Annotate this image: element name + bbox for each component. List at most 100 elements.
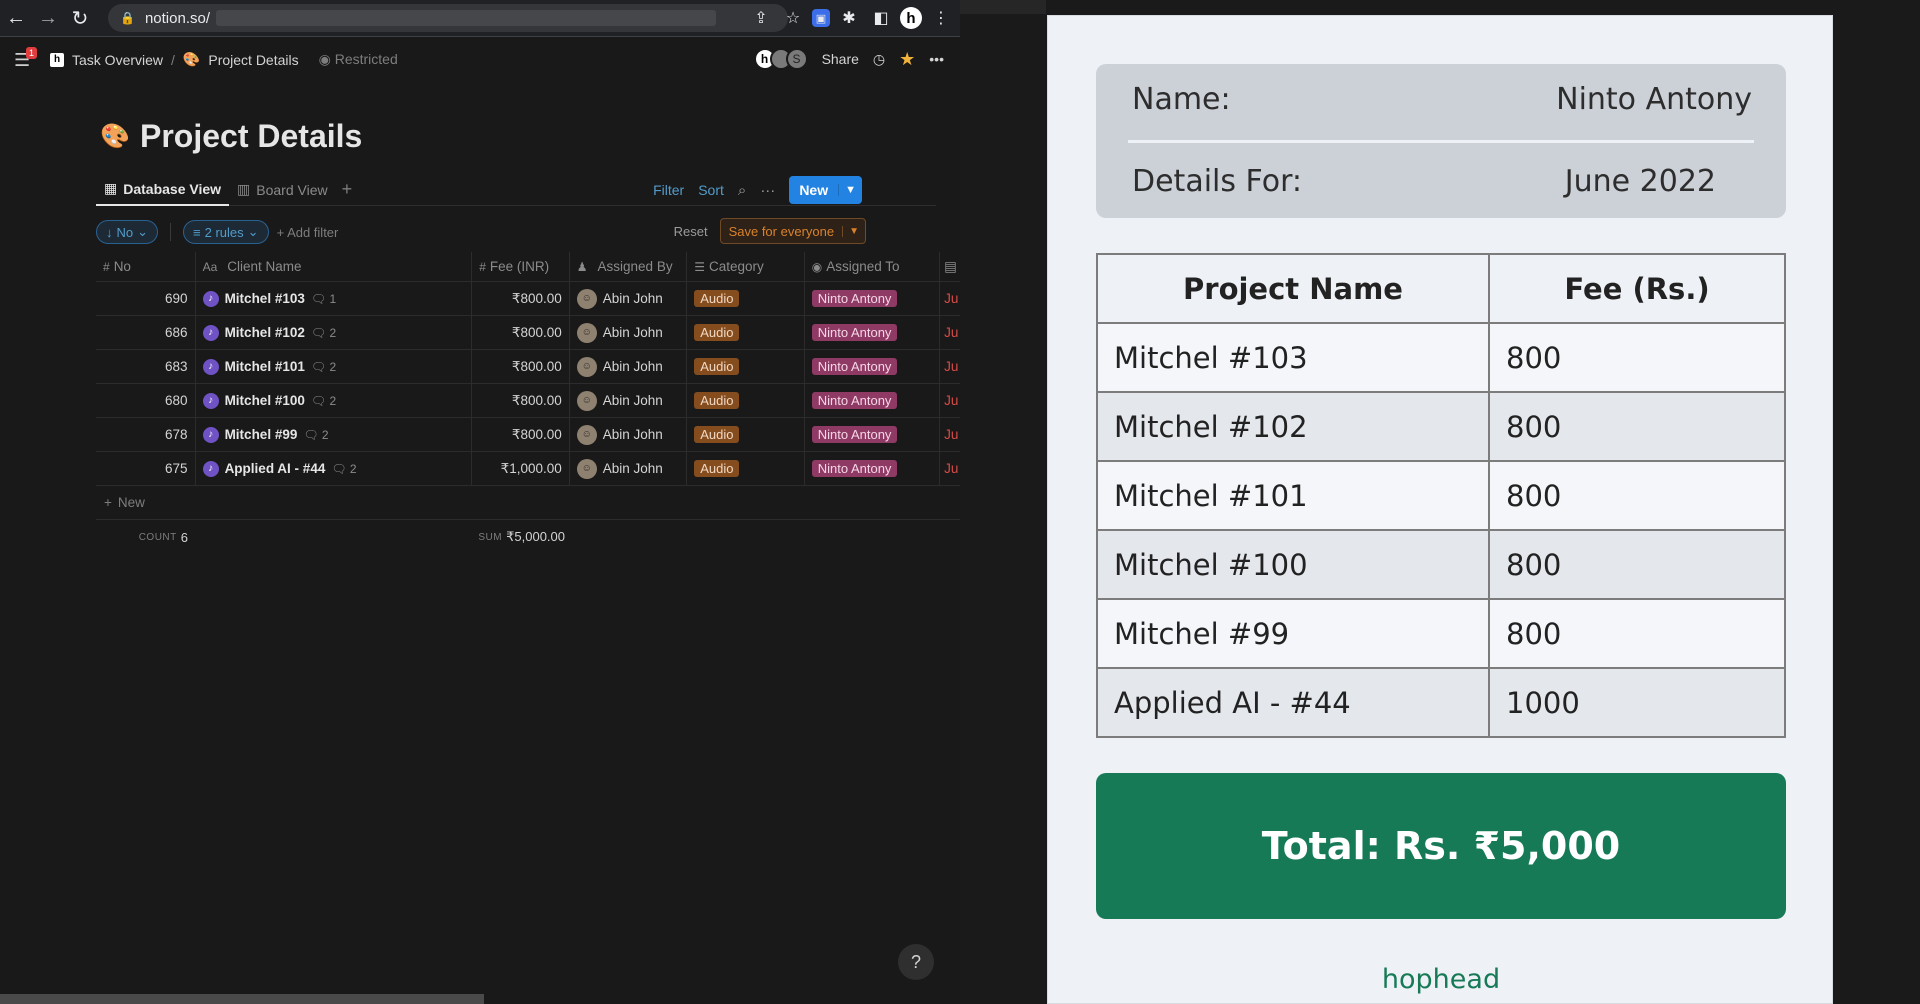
cell-assigned-to[interactable]: Ninto Antony (805, 350, 941, 383)
column-header-assigned-by[interactable]: ♟ Assigned By (570, 252, 688, 281)
extension-icon[interactable]: ▣ (812, 9, 830, 27)
save-for-everyone-button[interactable]: Save for everyone ▼ (719, 218, 866, 244)
filter-button[interactable]: Filter (653, 182, 684, 198)
sidepanel-icon[interactable]: ◧ (868, 5, 894, 31)
column-header-fee[interactable]: # Fee (INR) (472, 252, 570, 281)
new-row-button[interactable]: + New (96, 486, 960, 520)
cell-date[interactable]: Ju (940, 350, 960, 383)
table-row[interactable]: 690 ♪ Mitchel #103 🗨 1 ₹800.00 ☺ Abin John Audi… (96, 282, 960, 316)
cell-assigned-by[interactable]: ☺ Abin John (570, 282, 688, 315)
more-icon[interactable]: ··· (760, 182, 775, 199)
forward-icon[interactable]: → (32, 2, 64, 34)
cell-fee[interactable]: ₹800.00 (472, 384, 570, 417)
cell-category[interactable]: Audio (687, 316, 805, 349)
comment-icon[interactable]: 🗨 1 (311, 292, 336, 306)
cell-assigned-by[interactable]: ☺ Abin John (570, 384, 688, 417)
client-name[interactable]: Mitchel #100 (225, 393, 305, 408)
cell-category[interactable]: Audio (687, 282, 805, 315)
comment-icon[interactable]: 🗨 2 (331, 462, 356, 476)
cell-no[interactable]: 675 (96, 452, 196, 485)
client-name[interactable]: Applied AI - #44 (225, 461, 326, 476)
puzzle-icon[interactable]: ✱ (836, 5, 862, 31)
avatar-stack[interactable]: h S (753, 48, 808, 70)
client-name[interactable]: Mitchel #99 (225, 427, 298, 442)
sort-pill[interactable]: ↓ No ⌄ (96, 220, 159, 244)
cell-client[interactable]: ♪ Mitchel #99 🗨 2 (196, 418, 473, 451)
cell-fee[interactable]: ₹800.00 (472, 316, 570, 349)
restricted-label[interactable]: ◉ Restricted (319, 51, 398, 68)
profile-icon[interactable]: h (900, 7, 922, 29)
chevron-down-icon[interactable]: ▼ (838, 184, 862, 196)
table-row[interactable]: 683 ♪ Mitchel #101 🗨 2 ₹800.00 ☺ Abin John Audi… (96, 350, 960, 384)
cell-assigned-by[interactable]: ☺ Abin John (570, 452, 688, 485)
cell-no[interactable]: 686 (96, 316, 196, 349)
page-title[interactable]: Project Details (140, 118, 362, 155)
cell-client[interactable]: ♪ Mitchel #102 🗨 2 (196, 316, 473, 349)
column-header-no[interactable]: # No (96, 252, 196, 281)
client-name[interactable]: Mitchel #103 (225, 291, 305, 306)
client-name[interactable]: Mitchel #101 (225, 359, 305, 374)
reload-icon[interactable]: ↻ (64, 2, 96, 34)
cell-assigned-to[interactable]: Ninto Antony (805, 282, 941, 315)
cell-date[interactable]: Ju (940, 384, 960, 417)
sort-button[interactable]: Sort (698, 182, 724, 198)
cell-category[interactable]: Audio (687, 384, 805, 417)
cell-date[interactable]: Ju (940, 282, 960, 315)
page-emoji-icon[interactable]: 🎨 (100, 122, 130, 152)
comment-icon[interactable]: 🗨 2 (311, 394, 336, 408)
breadcrumb-project-details[interactable]: Project Details (208, 52, 298, 68)
cell-category[interactable]: Audio (687, 350, 805, 383)
cell-date[interactable]: Ju (940, 452, 960, 485)
comment-icon[interactable]: 🗨 2 (303, 428, 328, 442)
cell-assigned-to[interactable]: Ninto Antony (805, 418, 941, 451)
tab-board-view[interactable]: ▥ Board View (229, 174, 336, 206)
bookmark-star-icon[interactable]: ☆ (780, 5, 806, 31)
address-bar[interactable]: 🔒 notion.so/ (108, 4, 788, 32)
cell-client[interactable]: ♪ Mitchel #103 🗨 1 (196, 282, 473, 315)
breadcrumb-task-overview[interactable]: Task Overview (72, 52, 163, 68)
cell-assigned-by[interactable]: ☺ Abin John (570, 350, 688, 383)
column-header-date[interactable]: ▤ (940, 252, 960, 281)
cell-no[interactable]: 683 (96, 350, 196, 383)
column-header-client[interactable]: Aa Client Name (196, 252, 473, 281)
column-header-category[interactable]: ☰ Category (687, 252, 805, 281)
chevron-down-icon[interactable]: ▼ (842, 225, 865, 237)
cell-no[interactable]: 690 (96, 282, 196, 315)
table-row[interactable]: 678 ♪ Mitchel #99 🗨 2 ₹800.00 ☺ Abin John Audio… (96, 418, 960, 452)
help-button[interactable]: ? (898, 944, 934, 980)
new-button[interactable]: New ▼ (789, 176, 862, 204)
kebab-menu-icon[interactable]: ⋮ (928, 5, 954, 31)
favorite-star-icon[interactable]: ★ (899, 49, 915, 70)
add-view-icon[interactable]: + (336, 179, 359, 200)
comment-icon[interactable]: 🗨 2 (311, 360, 336, 374)
table-row[interactable]: 686 ♪ Mitchel #102 🗨 2 ₹800.00 ☺ Abin John Audi… (96, 316, 960, 350)
cell-assigned-by[interactable]: ☺ Abin John (570, 418, 688, 451)
cell-assigned-to[interactable]: Ninto Antony (805, 316, 941, 349)
cell-category[interactable]: Audio (687, 418, 805, 451)
clock-icon[interactable]: ◷ (873, 51, 885, 68)
cell-client[interactable]: ♪ Applied AI - #44 🗨 2 (196, 452, 473, 485)
cell-fee[interactable]: ₹1,000.00 (472, 452, 570, 485)
client-name[interactable]: Mitchel #102 (225, 325, 305, 340)
cell-assigned-to[interactable]: Ninto Antony (805, 384, 941, 417)
table-row[interactable]: 675 ♪ Applied AI - #44 🗨 2 ₹1,000.00 ☺ Abin Jo… (96, 452, 960, 486)
cell-fee[interactable]: ₹800.00 (472, 282, 570, 315)
share-button[interactable]: Share (822, 51, 859, 67)
count-cell[interactable]: COUNT 6 (96, 530, 196, 545)
search-icon[interactable]: ⌕ (738, 182, 746, 199)
rules-pill[interactable]: ≡ 2 rules ⌄ (183, 220, 269, 244)
cell-fee[interactable]: ₹800.00 (472, 350, 570, 383)
reset-button[interactable]: Reset (674, 224, 708, 239)
cell-category[interactable]: Audio (687, 452, 805, 485)
more-icon[interactable]: ••• (929, 51, 944, 67)
comment-icon[interactable]: 🗨 2 (311, 326, 336, 340)
share-page-icon[interactable]: ⇪ (748, 5, 774, 31)
cell-client[interactable]: ♪ Mitchel #101 🗨 2 (196, 350, 473, 383)
tab-database-view[interactable]: ▦ Database View (96, 174, 230, 206)
cell-no[interactable]: 678 (96, 418, 196, 451)
back-icon[interactable]: ← (0, 2, 32, 34)
cell-assigned-by[interactable]: ☺ Abin John (570, 316, 688, 349)
horizontal-scrollbar[interactable] (0, 994, 484, 1004)
table-row[interactable]: 680 ♪ Mitchel #100 🗨 2 ₹800.00 ☺ Abin John Audi… (96, 384, 960, 418)
cell-client[interactable]: ♪ Mitchel #100 🗨 2 (196, 384, 473, 417)
